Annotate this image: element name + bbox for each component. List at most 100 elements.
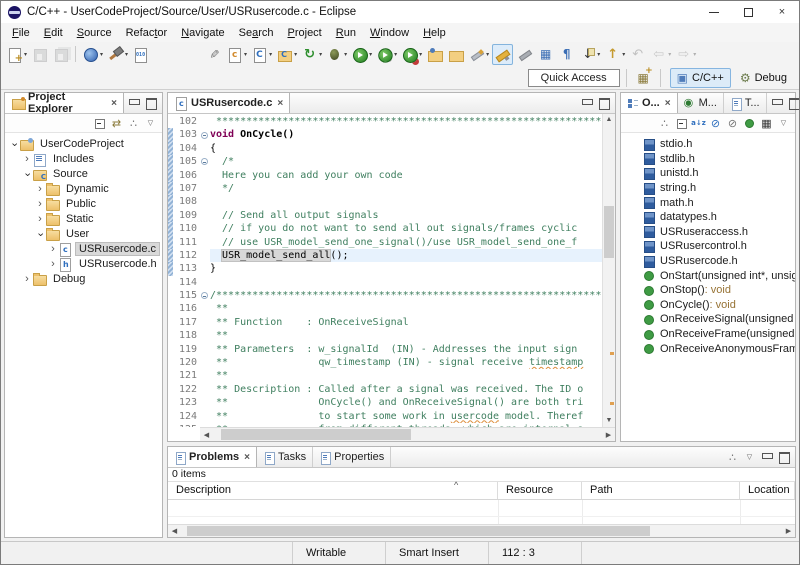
outline-item-unistd-h[interactable]: unistd.h <box>621 166 795 181</box>
minimize-view-button[interactable] <box>580 97 594 109</box>
expand-arrow-icon[interactable]: › <box>48 258 58 270</box>
tab-outline[interactable]: O...× <box>621 93 678 113</box>
close-icon[interactable]: × <box>111 98 117 109</box>
link-with-editor-icon[interactable] <box>109 116 124 130</box>
tree-item-public[interactable]: ›Public <box>5 196 162 211</box>
outline-item-onreceivesignal-unsigned-sho[interactable]: OnReceiveSignal(unsigned sho <box>621 312 795 327</box>
tab-editor-usrusercode[interactable]: USRusercode.c × <box>168 93 290 113</box>
fold-collapse-icon[interactable] <box>201 292 208 299</box>
minimize-button[interactable] <box>697 1 731 23</box>
collapse-all-icon[interactable] <box>92 116 107 130</box>
dropdown-arrow-icon[interactable]: ▾ <box>668 51 671 58</box>
menu-navigate[interactable]: Navigate <box>174 25 231 41</box>
new-cpp-class-button[interactable]: ▾ <box>250 45 273 64</box>
open-element-button[interactable] <box>425 45 444 64</box>
build-active-config-button[interactable] <box>131 45 150 64</box>
dropdown-arrow-icon[interactable]: ▾ <box>269 51 272 58</box>
dropdown-arrow-icon[interactable]: ▾ <box>244 51 247 58</box>
view-menu-icon[interactable] <box>725 450 740 464</box>
view-menu-dropdown-icon[interactable] <box>742 450 757 464</box>
outline-item-stdlib-h[interactable]: stdlib.h <box>621 152 795 167</box>
dropdown-arrow-icon[interactable]: ▾ <box>125 51 128 58</box>
dropdown-arrow-icon[interactable]: ▾ <box>319 51 322 58</box>
outline-item-usrusercontrol-h[interactable]: USRusercontrol.h <box>621 239 795 254</box>
outline-item-onreceiveanonymousframe[interactable]: OnReceiveAnonymousFrame( <box>621 341 795 356</box>
maximize-view-button[interactable] <box>787 97 800 109</box>
minimize-view-button[interactable] <box>760 451 774 463</box>
hide-non-public-icon[interactable] <box>742 116 757 130</box>
dropdown-arrow-icon[interactable]: ▾ <box>294 51 297 58</box>
tree-item-includes[interactable]: ›Includes <box>5 151 162 166</box>
scroll-up-icon[interactable]: ▲ <box>603 114 615 126</box>
run-button[interactable]: ▾ <box>350 45 373 64</box>
scroll-left-icon[interactable]: ◀ <box>200 431 213 439</box>
highlight-button[interactable] <box>492 44 513 65</box>
menu-source[interactable]: Source <box>70 25 119 41</box>
view-menu-dropdown-icon[interactable] <box>143 116 158 130</box>
tree-item-source[interactable]: ›Source <box>5 166 162 181</box>
sort-icon[interactable] <box>691 116 706 130</box>
minimize-view-button[interactable] <box>770 97 784 109</box>
expand-arrow-icon[interactable]: › <box>35 213 45 225</box>
editor-hscrollbar[interactable]: ◀ ▶ <box>200 427 615 441</box>
maximize-view-button[interactable] <box>144 97 158 109</box>
block-selection-button[interactable] <box>536 45 555 64</box>
tab-make[interactable]: M... <box>678 93 724 113</box>
maximize-view-button[interactable] <box>777 451 791 463</box>
build-button[interactable]: ▾ <box>106 45 129 64</box>
hide-static-icon[interactable] <box>725 116 740 130</box>
dropdown-arrow-icon[interactable]: ▾ <box>597 51 600 58</box>
menu-help[interactable]: Help <box>416 25 453 41</box>
tree-item-static[interactable]: ›Static <box>5 211 162 226</box>
tab-project-explorer[interactable]: Project Explorer × <box>5 93 124 113</box>
perspective-debug-button[interactable]: Debug <box>734 68 793 88</box>
new-c-project-button[interactable]: ▾ <box>275 45 298 64</box>
collapse-all-icon[interactable] <box>674 116 689 130</box>
tab-tasklist[interactable]: T... <box>724 93 767 113</box>
filter-icon[interactable] <box>759 116 774 130</box>
view-menu-icon[interactable] <box>126 116 141 130</box>
dropdown-arrow-icon[interactable]: ▾ <box>100 51 103 58</box>
launch-target-button[interactable]: ▾ <box>81 45 104 64</box>
menu-run[interactable]: Run <box>329 25 363 41</box>
search-tool-button[interactable]: ▾ <box>467 45 490 64</box>
maximize-button[interactable] <box>731 1 765 23</box>
menu-edit[interactable]: Edit <box>37 25 70 41</box>
outline-item-usruseraccess-h[interactable]: USRuseraccess.h <box>621 225 795 240</box>
column-header-description[interactable]: Description <box>168 482 498 499</box>
tree-item-debug[interactable]: ›Debug <box>5 271 162 286</box>
tree-item-usrusercode-h[interactable]: ›USRusercode.h <box>5 256 162 271</box>
tree-item-usrusercode-c[interactable]: ›USRusercode.c <box>5 241 162 256</box>
hscroll-thumb[interactable] <box>187 526 650 536</box>
new-c-file-button[interactable]: ▾ <box>225 45 248 64</box>
show-whitespace-button[interactable] <box>557 45 576 64</box>
select-element-button[interactable] <box>204 45 223 64</box>
menu-refactor[interactable]: Refactor <box>119 25 175 41</box>
dropdown-arrow-icon[interactable]: ▾ <box>369 51 372 58</box>
view-menu-dropdown-icon[interactable] <box>776 116 791 130</box>
code-area[interactable]: 102 ************************************… <box>168 114 602 427</box>
update-index-button[interactable]: ▾ <box>300 45 323 64</box>
scroll-down-icon[interactable]: ▼ <box>603 415 615 427</box>
problems-hscrollbar[interactable]: ◀ ▶ <box>168 524 795 537</box>
outline-item-onstop[interactable]: OnStop() : void <box>621 283 795 298</box>
tab-properties[interactable]: Properties <box>313 447 391 467</box>
expand-arrow-icon[interactable]: › <box>22 153 32 165</box>
close-icon[interactable]: × <box>277 98 283 109</box>
perspective-cc-button[interactable]: C/C++ <box>670 68 731 88</box>
tab-problems[interactable]: Problems× <box>168 447 257 467</box>
expand-arrow-icon[interactable]: › <box>48 243 58 255</box>
dropdown-arrow-icon[interactable]: ▾ <box>24 51 27 58</box>
scroll-right-icon[interactable]: ▶ <box>782 527 795 535</box>
fold-collapse-icon[interactable] <box>201 132 208 139</box>
quick-access-input[interactable]: Quick Access <box>528 69 620 87</box>
outline-item-stdio-h[interactable]: stdio.h <box>621 137 795 152</box>
menu-search[interactable]: Search <box>232 25 281 41</box>
outline-item-usrusercode-h[interactable]: USRusercode.h <box>621 254 795 269</box>
tree-item-usercodeproject[interactable]: ›UserCodeProject <box>5 136 162 151</box>
new-wizard-button[interactable]: ▾ <box>5 45 28 64</box>
tree-item-user[interactable]: ›User <box>5 226 162 241</box>
editor-vscrollbar[interactable]: ▲ ▼ <box>602 114 615 427</box>
annotation-mark[interactable] <box>610 402 614 405</box>
outline-item-onreceiveframe-unsigned-sho[interactable]: OnReceiveFrame(unsigned sho <box>621 327 795 342</box>
